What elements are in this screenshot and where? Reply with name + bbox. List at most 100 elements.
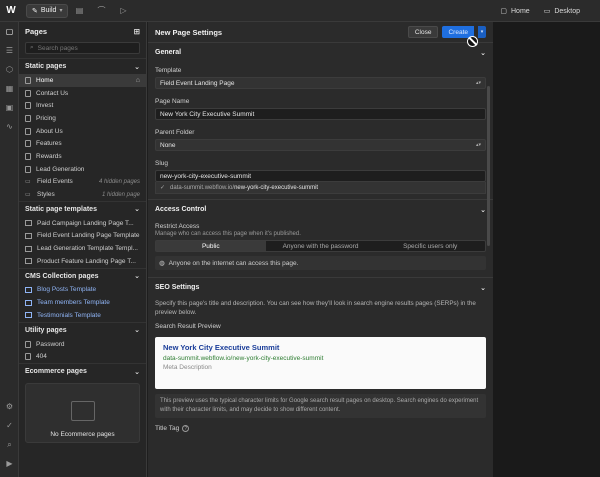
search-icon[interactable]: ⌕: [0, 435, 19, 454]
help-icon[interactable]: ?: [182, 425, 190, 432]
template-row[interactable]: Product Feature Landing Page T...: [19, 255, 146, 268]
restrict-access-label: Restrict Access: [155, 222, 200, 230]
assets-icon[interactable]: ▣: [0, 98, 19, 117]
create-options-chevron-icon[interactable]: ▾: [478, 26, 486, 38]
search-pages-input[interactable]: ⌕ Search pages: [25, 42, 140, 54]
page-row[interactable]: Lead Generation: [19, 163, 146, 176]
cms-label: Team members Template: [37, 299, 110, 307]
current-page-selector[interactable]: ▢ Home: [500, 7, 530, 16]
ecommerce-pages-header[interactable]: Ecommerce pages ⌄: [19, 363, 146, 379]
page-row[interactable]: Features: [19, 137, 146, 150]
seo-settings-header[interactable]: SEO Settings ⌄: [148, 277, 493, 297]
logic-icon[interactable]: ∿: [0, 117, 19, 136]
page-row[interactable]: About Us: [19, 125, 146, 138]
navigator-icon[interactable]: ☰: [0, 41, 19, 60]
parent-folder-select[interactable]: None ▴▾: [155, 139, 486, 151]
page-row[interactable]: Invest: [19, 99, 146, 112]
access-segmented-control: Public Anyone with the password Specific…: [155, 240, 486, 252]
template-icon: [25, 258, 32, 265]
breakpoint-selector[interactable]: ▭ Desktop: [543, 7, 580, 16]
mode-dropdown[interactable]: ✎ Build ▾: [26, 3, 69, 18]
section-title: Static pages: [25, 63, 67, 70]
page-row-home[interactable]: Home ⌂: [19, 74, 146, 87]
page-icon: [25, 140, 31, 148]
slug-domain: data-summit.webflow.io/: [170, 184, 235, 191]
page-name-label: Page Name: [155, 98, 190, 105]
components-icon[interactable]: ⬡: [0, 60, 19, 79]
access-option-password[interactable]: Anyone with the password: [266, 241, 376, 251]
static-pages-header[interactable]: Static pages ⌄: [19, 58, 146, 74]
access-note-text: Anyone on the internet can access this p…: [168, 259, 299, 267]
cms-label: Blog Posts Template: [37, 286, 97, 294]
design-canvas[interactable]: [493, 22, 600, 477]
close-button[interactable]: Close: [407, 26, 439, 38]
section-title: CMS Collection pages: [25, 272, 99, 280]
general-section-header[interactable]: General ⌄: [148, 42, 493, 62]
audit-icon[interactable]: ✓: [0, 416, 19, 435]
folder-row[interactable]: ▭ Field Events 4 hidden pages: [19, 176, 146, 189]
template-row[interactable]: Field Event Landing Page Template: [19, 230, 146, 243]
folder-icon: ▭: [25, 179, 31, 186]
slug-url-preview: ✓ data-summit.webflow.io/new-york-city-e…: [155, 182, 486, 194]
empty-state-text: No Ecommerce pages: [50, 431, 115, 439]
utility-pages-header[interactable]: Utility pages ⌄: [19, 321, 146, 338]
cms-row[interactable]: Testimonials Template: [19, 309, 146, 322]
current-page-label: Home: [511, 7, 530, 15]
template-row[interactable]: Paid Campaign Landing Page T...: [19, 217, 146, 230]
webflow-logo-icon[interactable]: W: [0, 0, 22, 22]
page-label: Home: [36, 76, 54, 84]
pages-icon[interactable]: ▢: [0, 22, 19, 41]
page-row[interactable]: Contact Us: [19, 87, 146, 100]
scrollbar[interactable]: [487, 86, 490, 246]
slug-input[interactable]: new-york-city-executive-summit: [155, 170, 486, 182]
globe-icon: ◍: [159, 260, 165, 267]
cms-icon[interactable]: ▦: [0, 79, 19, 98]
section-title: General: [155, 49, 182, 56]
template-label: Paid Campaign Landing Page T...: [37, 219, 134, 227]
templates-header[interactable]: Static page templates ⌄: [19, 200, 146, 217]
collection-icon: [25, 299, 32, 306]
access-option-public[interactable]: Public: [156, 241, 266, 251]
restrict-access-description: Manage who can access this page when it'…: [155, 231, 301, 237]
add-page-icon[interactable]: ⊞: [134, 27, 140, 36]
ecommerce-empty-card: No Ecommerce pages: [25, 383, 140, 444]
utility-row[interactable]: 404: [19, 350, 146, 363]
access-control-header[interactable]: Access Control ⌄: [148, 199, 493, 219]
search-placeholder: Search pages: [37, 44, 78, 52]
template-select[interactable]: Field Event Landing Page ▴▾: [155, 77, 486, 89]
page-icon: [25, 102, 31, 110]
left-toolbar: ▢ ☰ ⬡ ▦ ▣ ∿ ⚙ ✓ ⌕ ▶: [0, 22, 19, 477]
folder-icon: ▭: [25, 192, 31, 199]
page-row[interactable]: Rewards: [19, 150, 146, 163]
template-row[interactable]: Lead Generation Template Templ...: [19, 242, 146, 255]
cms-row[interactable]: Team members Template: [19, 296, 146, 309]
cart-icon: [70, 401, 95, 422]
title-tag-label: Title Tag: [155, 425, 180, 432]
video-icon[interactable]: ▶: [0, 454, 19, 473]
folder-row[interactable]: ▭ Styles 1 hidden page: [19, 188, 146, 201]
search-result-preview: New York City Executive Summit data-summ…: [155, 337, 486, 389]
database-icon[interactable]: ▤: [68, 0, 90, 22]
play-icon[interactable]: ▷: [112, 0, 134, 22]
cms-row[interactable]: Blog Posts Template: [19, 284, 146, 297]
analytics-icon[interactable]: ⌒: [90, 0, 112, 22]
chevron-down-icon: ⌄: [134, 273, 140, 281]
breakpoint-label: Desktop: [554, 7, 580, 15]
cms-pages-header[interactable]: CMS Collection pages ⌄: [19, 267, 146, 284]
preview-url: data-summit.webflow.io/new-york-city-exe…: [163, 355, 324, 362]
utility-row[interactable]: Password: [19, 338, 146, 351]
new-page-settings-panel: New Page Settings Close Create ▾ General…: [148, 22, 493, 477]
preview-note: This preview uses the typical character …: [155, 394, 486, 418]
page-icon: [25, 89, 31, 97]
page-label: Password: [36, 340, 65, 348]
desktop-icon: ▭: [543, 8, 551, 15]
collection-icon: [25, 286, 32, 293]
page-row[interactable]: Pricing: [19, 112, 146, 125]
page-name-input[interactable]: New York City Executive Summit: [155, 108, 486, 120]
page-icon: [25, 165, 31, 173]
access-option-users[interactable]: Specific users only: [375, 241, 485, 251]
chevron-down-icon: ⌄: [480, 206, 486, 214]
parent-folder-label: Parent Folder: [155, 129, 195, 136]
settings-icon[interactable]: ⚙: [0, 397, 19, 416]
pages-panel: Pages ⊞ ⌕ Search pages Static pages ⌄ Ho…: [19, 22, 147, 477]
